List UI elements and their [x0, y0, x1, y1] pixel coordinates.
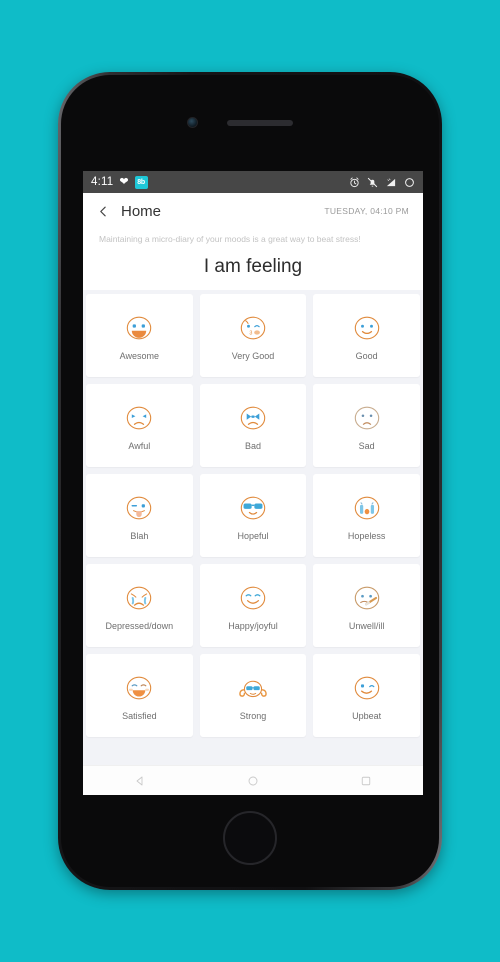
- content-face-icon: [127, 676, 152, 700]
- phone-home-button[interactable]: [223, 811, 277, 865]
- mood-label: Very Good: [231, 350, 275, 361]
- signal-bars-icon: [386, 178, 396, 186]
- chevron-left-icon[interactable]: [97, 205, 110, 218]
- winking-smiling-face-icon: [354, 676, 379, 700]
- svg-text:3: 3: [249, 330, 252, 336]
- grinning-face-icon: [127, 316, 152, 340]
- subtitle-text: Maintaining a micro-diary of your moods …: [99, 234, 361, 244]
- mood-card-awesome[interactable]: Awesome: [86, 293, 193, 377]
- mood-label: Happy/joyful: [228, 620, 278, 631]
- mood-label: Satisfied: [122, 710, 157, 721]
- alarm-clock-icon: [350, 176, 359, 187]
- mood-label: Sad: [358, 440, 375, 451]
- status-bar-clock: 4:11: [91, 176, 114, 188]
- mood-label: Good: [355, 350, 378, 361]
- mood-label: Hopeless: [347, 530, 386, 541]
- thermometer-face-icon: [354, 586, 379, 610]
- earpiece-speaker: [227, 120, 293, 126]
- happy-face-icon: [240, 586, 266, 610]
- app-bar-left: Home: [97, 203, 161, 220]
- mood-card-strong[interactable]: Strong: [199, 653, 307, 737]
- circle-home-icon: [248, 776, 258, 785]
- sad-face-icon: [354, 406, 379, 430]
- mood-card-unwell-ill[interactable]: Unwell/ill: [313, 563, 420, 647]
- mood-grid: Awesome 3 Very Good Good Awful Bad Sad B…: [83, 289, 423, 765]
- app-notification-badge-icon: 8b: [134, 175, 148, 189]
- mood-label: Unwell/ill: [348, 620, 385, 631]
- status-bar-right: [349, 176, 415, 188]
- page-title: Home: [121, 202, 162, 220]
- nav-recents-button[interactable]: [341, 766, 391, 796]
- bell-muted-icon: [367, 177, 378, 187]
- mood-card-bad[interactable]: Bad: [199, 383, 307, 467]
- status-bar-left: 4:11 ❤ 8b: [91, 175, 148, 189]
- mood-card-awful[interactable]: Awful: [86, 383, 193, 467]
- nav-back-button[interactable]: [115, 766, 165, 796]
- android-navigation-bar: [83, 765, 423, 795]
- phone-screen: 4:11 ❤ 8b Home TUESDAY, 04:10 PM Maintai…: [83, 171, 423, 795]
- phone-body: 4:11 ❤ 8b Home TUESDAY, 04:10 PM Maintai…: [61, 75, 439, 887]
- battery-circle-icon: [405, 177, 414, 187]
- weary-crying-face-icon: [127, 586, 152, 610]
- kissing-face-icon: 3: [240, 316, 266, 340]
- mood-card-hopeful[interactable]: Hopeful: [199, 473, 307, 557]
- mood-label: Depressed/down: [105, 620, 174, 631]
- mood-label: Blah: [130, 530, 149, 541]
- crossed-eyes-frowning-face-icon: [240, 406, 266, 430]
- phone-device-frame: 4:11 ❤ 8b Home TUESDAY, 04:10 PM Maintai…: [58, 72, 442, 890]
- app-bar: Home TUESDAY, 04:10 PM: [83, 193, 423, 229]
- mood-card-satisfied[interactable]: Satisfied: [86, 653, 193, 737]
- flexing-arms-face-icon: [239, 680, 267, 697]
- triangle-back-icon: [136, 776, 143, 785]
- smiling-face-icon: [354, 316, 379, 340]
- mood-card-depressed-down[interactable]: Depressed/down: [86, 563, 193, 647]
- mood-card-blah[interactable]: Blah: [86, 473, 193, 557]
- mood-label: Awesome: [119, 350, 159, 361]
- front-camera-icon: [187, 117, 198, 128]
- mood-label: Strong: [239, 710, 267, 721]
- crying-face-icon: [354, 496, 379, 520]
- mood-card-sad[interactable]: Sad: [313, 383, 420, 467]
- mood-label: Hopeful: [237, 530, 269, 541]
- heart-icon: ❤: [119, 175, 129, 188]
- mood-label: Awful: [128, 440, 151, 451]
- sunglasses-face-icon: [240, 496, 266, 520]
- tongue-out-winking-face-icon: [127, 496, 152, 520]
- mood-card-hopeless[interactable]: Hopeless: [313, 473, 420, 557]
- mood-card-good[interactable]: Good: [313, 293, 420, 377]
- distressed-face-icon: [127, 406, 152, 430]
- square-recents-icon: [362, 776, 371, 785]
- mood-card-happy-joyful[interactable]: Happy/joyful: [199, 563, 307, 647]
- status-bar: 4:11 ❤ 8b: [83, 171, 423, 193]
- section-heading: I am feeling: [203, 255, 303, 277]
- date-time-label: TUESDAY, 04:10 PM: [324, 206, 409, 216]
- mood-label: Bad: [244, 440, 261, 451]
- mood-label: Upbeat: [352, 710, 382, 721]
- mood-card-upbeat[interactable]: Upbeat: [313, 653, 420, 737]
- nav-home-button[interactable]: [228, 766, 278, 796]
- mood-card-very-good[interactable]: 3 Very Good: [199, 293, 307, 377]
